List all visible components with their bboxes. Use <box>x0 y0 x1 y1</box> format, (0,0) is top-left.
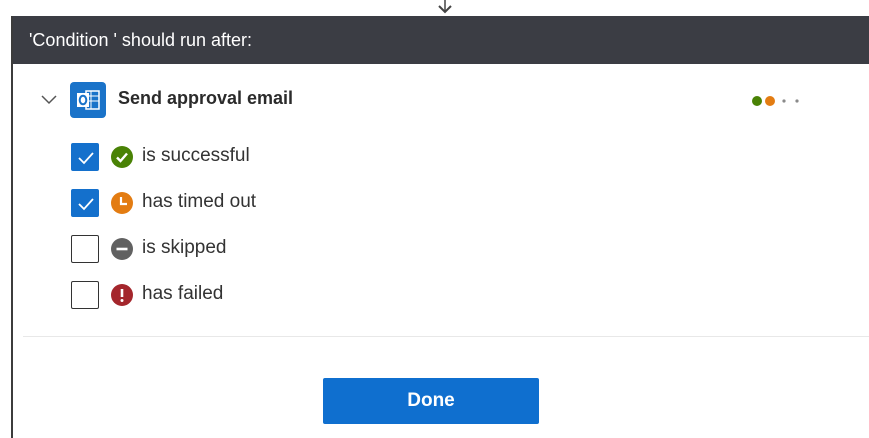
minus-circle-icon <box>111 238 133 260</box>
status-dot <box>752 96 762 106</box>
clock-icon <box>111 192 133 214</box>
done-button[interactable]: Done <box>323 378 539 424</box>
chevron-down-icon[interactable] <box>40 91 58 109</box>
checkbox-has-timed-out[interactable] <box>71 189 99 217</box>
outlook-icon <box>70 82 106 118</box>
checkbox-is-skipped[interactable] <box>71 235 99 263</box>
action-title: Send approval email <box>118 88 294 108</box>
action-header-send-approval-email[interactable]: Send approval email <box>13 82 869 120</box>
option-has-failed: has failed <box>71 281 471 311</box>
checkbox-has-failed[interactable] <box>71 281 99 309</box>
check-circle-icon <box>111 146 133 168</box>
option-label: is skipped <box>142 237 227 258</box>
exclamation-circle-icon <box>111 284 133 306</box>
divider <box>23 336 869 337</box>
connector-arrow-icon <box>438 0 452 14</box>
option-label: is successful <box>142 145 250 166</box>
status-dot <box>795 99 799 103</box>
status-dots-icon <box>752 96 799 106</box>
option-is-successful: is successful <box>71 143 471 173</box>
status-dot <box>765 96 775 106</box>
run-after-dialog: 'Condition ' should run after: Send appr… <box>11 16 869 438</box>
dialog-title: 'Condition ' should run after: <box>13 16 869 64</box>
option-has-timed-out: has timed out <box>71 189 471 219</box>
option-is-skipped: is skipped <box>71 235 471 265</box>
option-label: has timed out <box>142 191 257 212</box>
status-dot <box>782 99 786 103</box>
checkbox-is-successful[interactable] <box>71 143 99 171</box>
option-label: has failed <box>142 283 224 304</box>
canvas: 'Condition ' should run after: Send appr… <box>0 0 869 438</box>
